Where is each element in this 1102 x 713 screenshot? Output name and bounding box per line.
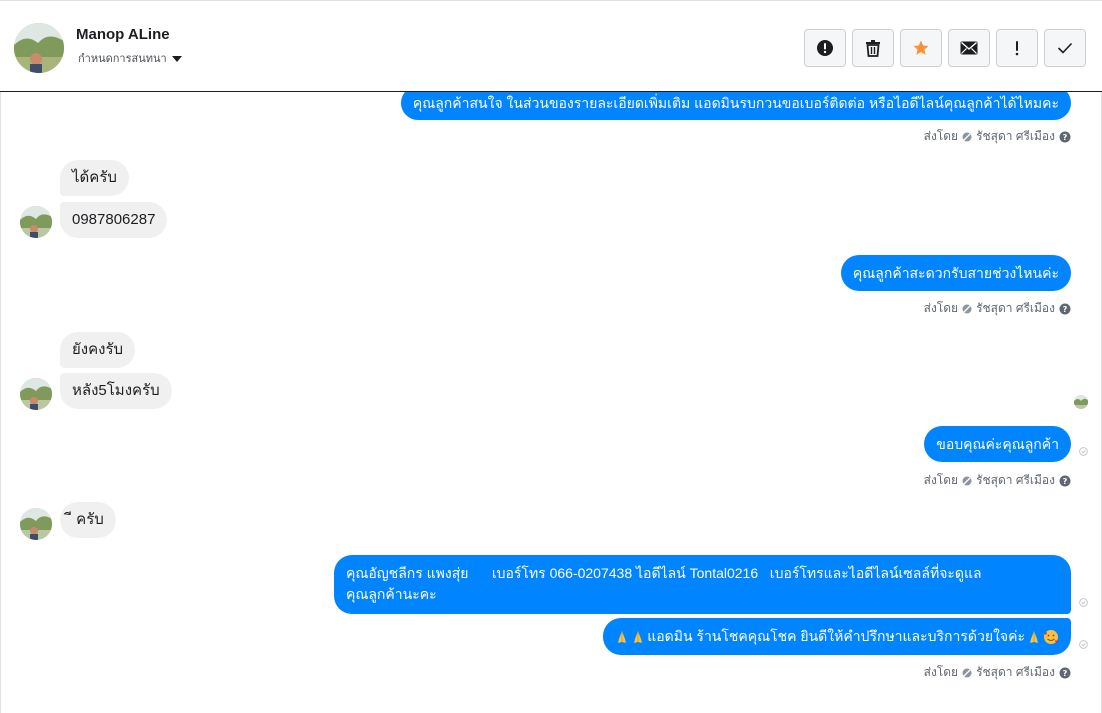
trash-icon xyxy=(866,40,880,57)
help-icon[interactable]: ? xyxy=(1059,475,1071,487)
message-text: หลัง5โมงครับ xyxy=(72,382,160,399)
message-text: ได้ครับ xyxy=(72,169,117,186)
assign-label: กำหนดการสนทนา xyxy=(78,53,167,65)
delivered-check-icon xyxy=(1079,640,1088,649)
contact-avatar xyxy=(20,508,52,540)
alert-circle-icon xyxy=(817,40,833,56)
blocked-icon xyxy=(962,668,972,677)
blocked-icon xyxy=(962,304,972,313)
avatar[interactable] xyxy=(14,23,64,73)
outgoing-message[interactable]: คุณอัญชลีกร แพงสุ่ย เบอร์โทร 066-0207438… xyxy=(334,555,1071,614)
svg-text:?: ? xyxy=(1063,669,1068,678)
folded-hands-icon xyxy=(618,630,627,643)
caret-down-icon xyxy=(171,55,182,62)
smiling-face-hearts-icon xyxy=(1044,629,1059,644)
incoming-message[interactable]: ยังคงรับ xyxy=(60,332,136,368)
sent-by-label: ส่งโดย รัชสุดา ศรีเมือง ? xyxy=(924,299,1071,318)
mark-unread-button[interactable] xyxy=(948,29,990,67)
outgoing-message[interactable]: แอดมิน ร้านโชคคุณโชค ยินดีให้คำปรึกษาและ… xyxy=(603,618,1071,655)
folded-hands-icon xyxy=(634,630,643,643)
mark-done-button[interactable] xyxy=(1044,29,1086,67)
seen-avatar xyxy=(1074,395,1088,409)
spam-button[interactable] xyxy=(804,29,846,67)
outgoing-message[interactable]: คุณลูกค้าสนใจ ในส่วนของรายละเอียดเพิ่มเต… xyxy=(400,92,1071,120)
message-text: ยังคงรับ xyxy=(72,341,124,358)
incoming-message[interactable]: ี ครับ xyxy=(60,502,116,538)
assign-conversation-dropdown[interactable]: กำหนดการสนทนา xyxy=(78,49,182,67)
delivered-check-icon xyxy=(1079,447,1088,456)
star-button[interactable] xyxy=(900,29,942,67)
help-icon[interactable]: ? xyxy=(1059,131,1071,143)
message-thread[interactable]: คุณลูกค้าสนใจ ในส่วนของรายละเอียดเพิ่มเต… xyxy=(0,92,1102,713)
incoming-message[interactable]: 0987806287 xyxy=(60,202,168,238)
contact-avatar xyxy=(20,378,52,410)
folded-hands-icon xyxy=(1030,630,1038,643)
message-text: 0987806287 xyxy=(72,211,156,228)
outgoing-message[interactable]: คุณลูกค้าสะดวกรับสายช่วงไหนค่ะ xyxy=(840,255,1071,291)
svg-text:?: ? xyxy=(1063,305,1068,314)
help-icon[interactable]: ? xyxy=(1059,303,1071,315)
envelope-icon xyxy=(960,41,978,55)
follow-up-button[interactable] xyxy=(996,29,1038,67)
blocked-icon xyxy=(962,476,972,485)
delete-button[interactable] xyxy=(852,29,894,67)
sent-by-label: ส่งโดย รัชสุดา ศรีเมือง ? xyxy=(924,663,1071,682)
message-text-line: คุณอัญชลีกร แพงสุ่ย เบอร์โทร 066-0207438… xyxy=(346,565,982,581)
incoming-message[interactable]: ได้ครับ xyxy=(60,160,129,196)
message-text: ี ครับ xyxy=(72,511,104,528)
message-text: แอดมิน ร้านโชคคุณโชค ยินดีให้คำปรึกษาและ… xyxy=(647,628,1025,644)
star-icon xyxy=(913,40,929,55)
message-text: คุณลูกค้าสนใจ ในส่วนของรายละเอียดเพิ่มเต… xyxy=(412,95,1059,111)
sent-by-label: ส่งโดย รัชสุดา ศรีเมือง ? xyxy=(924,471,1071,490)
action-toolbar xyxy=(804,29,1086,67)
sent-by-label: ส่งโดย รัชสุดา ศรีเมือง ? xyxy=(924,127,1071,146)
check-icon xyxy=(1057,42,1073,54)
message-text-line: คุณลูกค้านะคะ xyxy=(346,586,437,602)
outgoing-message[interactable]: ขอบคุณค่ะคุณลูกค้า xyxy=(924,426,1071,462)
blocked-icon xyxy=(962,132,972,141)
contact-avatar xyxy=(20,206,52,238)
contact-name: Manop ALine xyxy=(76,26,170,43)
help-icon[interactable]: ? xyxy=(1059,667,1071,679)
incoming-message[interactable]: หลัง5โมงครับ xyxy=(60,373,172,409)
svg-text:?: ? xyxy=(1063,133,1068,142)
message-text: ขอบคุณค่ะคุณลูกค้า xyxy=(936,436,1059,452)
conversation-header: Manop ALine กำหนดการสนทนา xyxy=(0,0,1102,92)
message-text: คุณลูกค้าสะดวกรับสายช่วงไหนค่ะ xyxy=(852,265,1059,281)
svg-text:?: ? xyxy=(1063,477,1068,486)
exclamation-icon xyxy=(1015,41,1019,56)
delivered-check-icon xyxy=(1079,598,1088,607)
